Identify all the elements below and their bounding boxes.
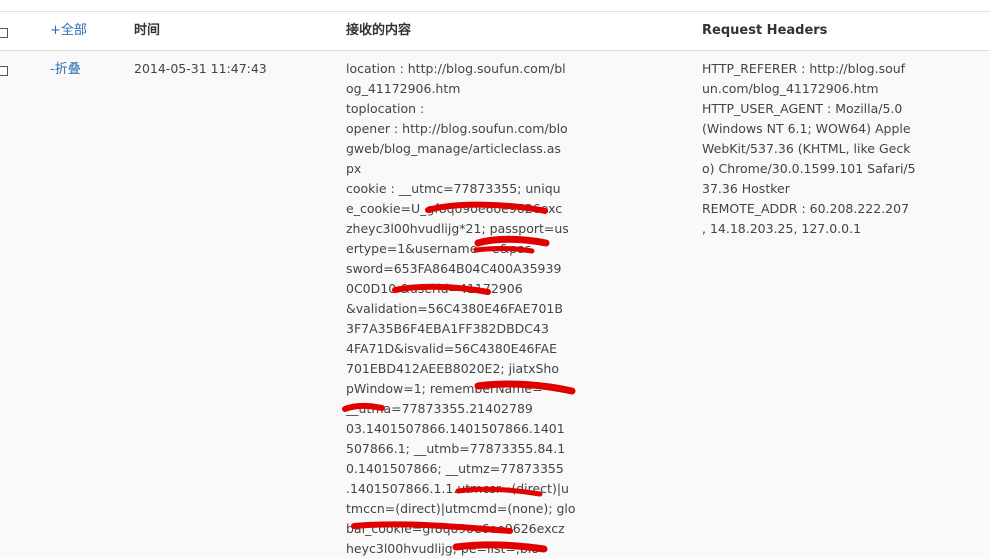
content-line: pWindow=1; rememberName= [346,381,543,396]
content-line: 4FA71D&isvalid=56C4380E46FAE [346,341,557,356]
content-line: cookie : __utmc=77873355; uniqu [346,181,561,196]
content-line: toplocation : [346,101,425,116]
content-line: &validation=56C4380E46FAE701B [346,301,563,316]
content-line: px [346,161,362,176]
expand-all-link[interactable]: +全部 [50,23,87,38]
content-line: tmccn=(direct)|utmcmd=(none); glo [346,501,576,516]
content-line: 507866.1; __utmb=77873355.84.1 [346,441,566,456]
content-line: og_41172906.htm [346,81,461,96]
content-line: 701EBD412AEEB8020E2; jiatxSho [346,361,559,376]
column-header-time: 时间 [134,23,161,38]
header-line: un.com/blog_41172906.htm [702,81,879,96]
header-line: HTTP_REFERER : http://blog.souf [702,61,906,76]
request-headers-cell: HTTP_REFERER : http://blog.souf un.com/b… [702,59,982,239]
table-header-row: +全部 时间 接收的内容 Request Headers [0,12,990,51]
content-line: ertype=1&username= e&pas [346,241,532,256]
content-line: zheyc3l00hvudlijg*21; passport=us [346,221,569,236]
content-line: 3F7A35B6F4EBA1FF382DBDC43 [346,321,549,336]
header-line: o) Chrome/30.0.1599.101 Safari/5 [702,161,916,176]
column-header-content: 接收的内容 [346,23,412,38]
content-line: 03.1401507866.1401507866.1401 [346,421,565,436]
collapse-row-link[interactable]: -折叠 [50,62,81,77]
column-header-request-headers: Request Headers [702,23,828,38]
content-line: heyc3l00hvudlijg; pe=list=,blo [346,541,539,556]
content-line: opener : http://blog.soufun.com/blo [346,121,568,136]
content-line: e_cookie=U_gf8qo9oe6oe9626exc [346,201,563,216]
content-line: __utma=77873355.21402789 [346,401,533,416]
header-line: (Windows NT 6.1; WOW64) Apple [702,121,911,136]
header-line: 37.36 Hostker [702,181,790,196]
header-line: REMOTE_ADDR : 60.208.222.207 [702,201,910,216]
header-line: WebKit/537.36 (KHTML, like Geck [702,141,911,156]
log-table-page: +全部 时间 接收的内容 Request Headers -折叠 2014-05… [0,0,990,559]
select-all-checkbox[interactable] [0,28,8,38]
received-content-cell: location : http://blog.soufun.com/bl og_… [346,59,586,559]
content-line: bal_cookie=gf8qo9oe6oe9626excz [346,521,565,536]
header-line: , 14.18.203.25, 127.0.0.1 [702,221,862,236]
table-row: -折叠 2014-05-31 11:47:43 location : http:… [0,51,990,559]
content-line: .1401507866.1.1.utmcsr=(direct)|u [346,481,569,496]
row-time: 2014-05-31 11:47:43 [134,61,267,76]
header-line: HTTP_USER_AGENT : Mozilla/5.0 [702,101,903,116]
content-line: location : http://blog.soufun.com/bl [346,61,566,76]
row-checkbox[interactable] [0,66,8,76]
content-line: 0.1401507866; __utmz=77873355 [346,461,564,476]
content-line: sword=653FA864B04C400A35939 [346,261,562,276]
content-line: 0C0D10 &userid=41172906 [346,281,523,296]
content-line: gweb/blog_manage/articleclass.as [346,141,561,156]
